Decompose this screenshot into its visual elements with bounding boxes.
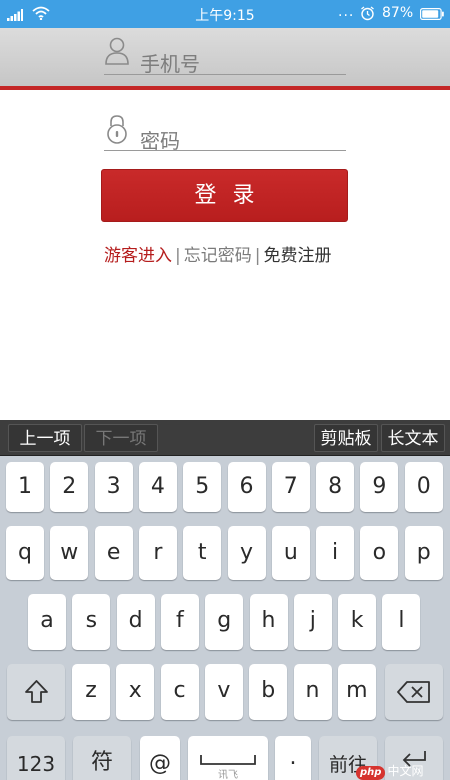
keyboard-toolbar: 上一项 下一项 剪贴板 长文本: [0, 420, 450, 456]
key-f[interactable]: f: [160, 594, 199, 650]
key-e[interactable]: e: [94, 526, 133, 580]
red-divider: [0, 86, 450, 90]
key-y[interactable]: y: [227, 526, 266, 580]
phone-input[interactable]: 手机号: [140, 48, 200, 77]
watermark: php 中文网: [356, 762, 423, 780]
key-u[interactable]: u: [271, 526, 310, 580]
lock-icon: [107, 115, 127, 144]
key-b[interactable]: b: [249, 664, 288, 720]
numbers-mode-key[interactable]: 123: [7, 736, 65, 780]
keyboard: 1234567890 qwertyuiop asdfghjkl zxcvbnm …: [0, 456, 450, 780]
register-link[interactable]: 免费注册: [263, 246, 331, 266]
shift-icon: [25, 680, 48, 703]
key-5[interactable]: 5: [183, 462, 222, 512]
php-logo: php: [356, 766, 386, 780]
period-key[interactable]: .: [275, 736, 311, 780]
user-icon: [105, 37, 129, 65]
status-bar: 上午9:15 ... 87%: [0, 0, 450, 28]
key-p[interactable]: p: [404, 526, 443, 580]
key-j[interactable]: j: [293, 594, 332, 650]
forgot-password-link[interactable]: 忘记密码: [184, 246, 252, 266]
long-text-button[interactable]: 长文本: [381, 424, 445, 452]
key-o[interactable]: o: [360, 526, 399, 580]
key-6[interactable]: 6: [227, 462, 266, 512]
key-d[interactable]: d: [116, 594, 155, 650]
key-g[interactable]: g: [205, 594, 244, 650]
key-1[interactable]: 1: [6, 462, 44, 512]
space-icon: [200, 755, 256, 765]
guest-link[interactable]: 游客进入: [104, 246, 172, 266]
key-x[interactable]: x: [116, 664, 155, 720]
space-key[interactable]: 讯飞: [188, 736, 268, 780]
battery-icon: [420, 8, 444, 20]
key-m[interactable]: m: [337, 664, 376, 720]
space-ime-hint: 讯飞: [218, 770, 238, 780]
key-w[interactable]: w: [50, 526, 89, 580]
phone-underline: [104, 74, 346, 75]
phone-field-row[interactable]: 手机号: [0, 28, 450, 86]
key-8[interactable]: 8: [316, 462, 355, 512]
key-l[interactable]: l: [382, 594, 421, 650]
key-q[interactable]: q: [6, 526, 44, 580]
key-v[interactable]: v: [204, 664, 243, 720]
key-2[interactable]: 2: [50, 462, 89, 512]
symbols-key[interactable]: 符: [73, 736, 131, 780]
key-c[interactable]: c: [160, 664, 199, 720]
alarm-icon: [361, 6, 374, 21]
key-0[interactable]: 0: [404, 462, 443, 512]
key-h[interactable]: h: [249, 594, 288, 650]
previous-field-button[interactable]: 上一项: [8, 424, 82, 452]
clipboard-button[interactable]: 剪贴板: [314, 424, 378, 452]
key-i[interactable]: i: [316, 526, 355, 580]
shift-key[interactable]: [7, 664, 65, 720]
key-r[interactable]: r: [138, 526, 177, 580]
at-key[interactable]: @: [140, 736, 180, 780]
next-field-button[interactable]: 下一项: [84, 424, 158, 452]
battery-percent: 87%: [382, 5, 414, 21]
status-more: ...: [338, 4, 355, 20]
key-3[interactable]: 3: [94, 462, 133, 512]
key-a[interactable]: a: [28, 594, 66, 650]
key-7[interactable]: 7: [271, 462, 310, 512]
key-t[interactable]: t: [183, 526, 222, 580]
link-separator: |: [175, 246, 181, 266]
key-z[interactable]: z: [72, 664, 110, 720]
backspace-key[interactable]: [385, 664, 443, 720]
key-9[interactable]: 9: [360, 462, 399, 512]
password-underline: [104, 150, 346, 151]
key-k[interactable]: k: [338, 594, 377, 650]
backspace-icon: [397, 681, 430, 703]
login-button[interactable]: 登录: [101, 169, 348, 222]
link-separator: |: [254, 246, 261, 266]
key-n[interactable]: n: [293, 664, 332, 720]
watermark-site: 中文网: [387, 764, 424, 778]
login-links: 游客进入 | 忘记密码 | 免费注册: [104, 241, 331, 266]
key-s[interactable]: s: [72, 594, 111, 650]
key-4[interactable]: 4: [138, 462, 177, 512]
